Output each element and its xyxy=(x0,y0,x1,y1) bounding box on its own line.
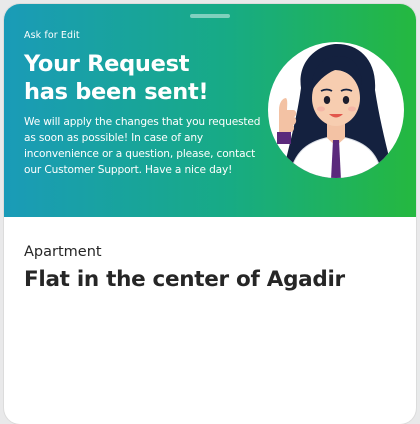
banner-headline: Your Request has been sent! xyxy=(24,50,254,106)
headline-line-2: has been sent! xyxy=(24,79,209,105)
banner-message: We will apply the changes that you reque… xyxy=(24,116,261,177)
listing-category: Apartment xyxy=(24,244,102,260)
listing-details: Apartment Flat in the center of Agadir xyxy=(4,217,416,424)
banner-eyebrow: Ask for Edit xyxy=(24,30,80,41)
bottom-sheet: Ask for Edit Your Request has been sent!… xyxy=(4,4,416,424)
support-agent-avatar-icon xyxy=(268,42,404,178)
sheet-drag-handle[interactable] xyxy=(190,14,230,18)
headline-line-1: Your Request xyxy=(24,51,190,77)
confirmation-banner: Ask for Edit Your Request has been sent!… xyxy=(4,4,416,217)
listing-title: Flat in the center of Agadir xyxy=(24,267,345,292)
